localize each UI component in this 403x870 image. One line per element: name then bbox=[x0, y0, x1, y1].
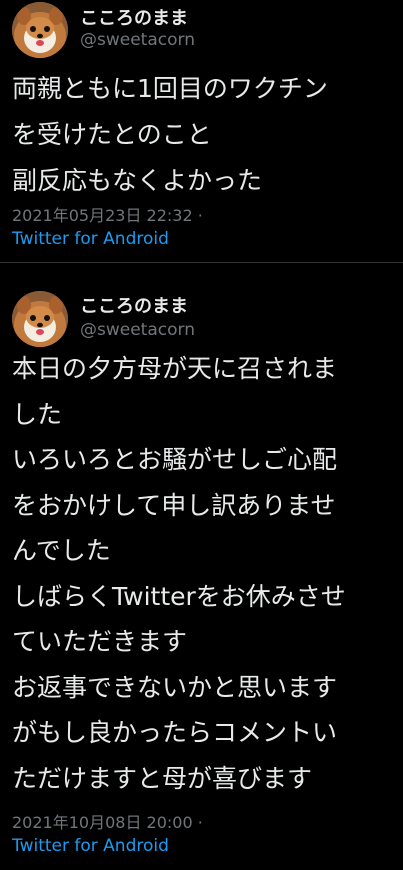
tweet-text-line: しばらくTwitterをお休みさせ bbox=[12, 581, 346, 611]
pomeranian-dog-icon bbox=[12, 2, 68, 58]
tweet-text-line: 副反応もなくよかった bbox=[12, 166, 263, 195]
tweet-text-line: をおかけして申し訳ありませ bbox=[12, 490, 336, 520]
tweet-source-link[interactable]: Twitter for Android bbox=[12, 836, 169, 856]
tweet-text-line: ていただきます bbox=[12, 627, 188, 656]
avatar[interactable] bbox=[12, 2, 68, 58]
pomeranian-dog-icon bbox=[12, 291, 68, 347]
tweet-source-link[interactable]: Twitter for Android bbox=[12, 229, 169, 249]
tweet-text-line: を受けたとのこと bbox=[12, 120, 212, 149]
tweet[interactable]: こころのまま @sweetacorn 両親ともに1回目のワクチン を受けたとのこ… bbox=[0, 0, 403, 262]
tweet-text-line: いろいろとお騒がせしご心配 bbox=[12, 445, 338, 474]
tweet-text-line: ただけますと母が喜びます bbox=[12, 763, 313, 793]
tweet-text-line: 両親ともに1回目のワクチン bbox=[12, 74, 328, 103]
display-name[interactable]: こころのまま bbox=[80, 4, 188, 30]
tweet-text-line: んでした bbox=[12, 536, 111, 565]
tweet-divider bbox=[0, 262, 403, 263]
tweet-text-line: した bbox=[12, 399, 63, 429]
display-name[interactable]: こころのまま bbox=[80, 292, 188, 318]
tweet-text-line: がもし良かったらコメントい bbox=[12, 718, 338, 747]
avatar[interactable] bbox=[12, 291, 68, 347]
tweet-text: 本日の夕方母が天に召されま した いろいろとお騒がせしご心配 をおかけして申し訳… bbox=[12, 346, 400, 801]
tweet-text-line: 本日の夕方母が天に召されま bbox=[12, 354, 338, 383]
user-handle[interactable]: @sweetacorn bbox=[80, 320, 195, 340]
tweet-timestamp[interactable]: 2021年05月23日 22:32 · bbox=[12, 202, 203, 226]
tweet-timestamp[interactable]: 2021年10月08日 20:00 · bbox=[12, 809, 203, 833]
user-handle[interactable]: @sweetacorn bbox=[80, 30, 195, 50]
tweet-text-line: お返事できないかと思います bbox=[12, 672, 338, 702]
tweet-text: 両親ともに1回目のワクチン を受けたとのこと 副反応もなくよかった bbox=[12, 66, 400, 204]
